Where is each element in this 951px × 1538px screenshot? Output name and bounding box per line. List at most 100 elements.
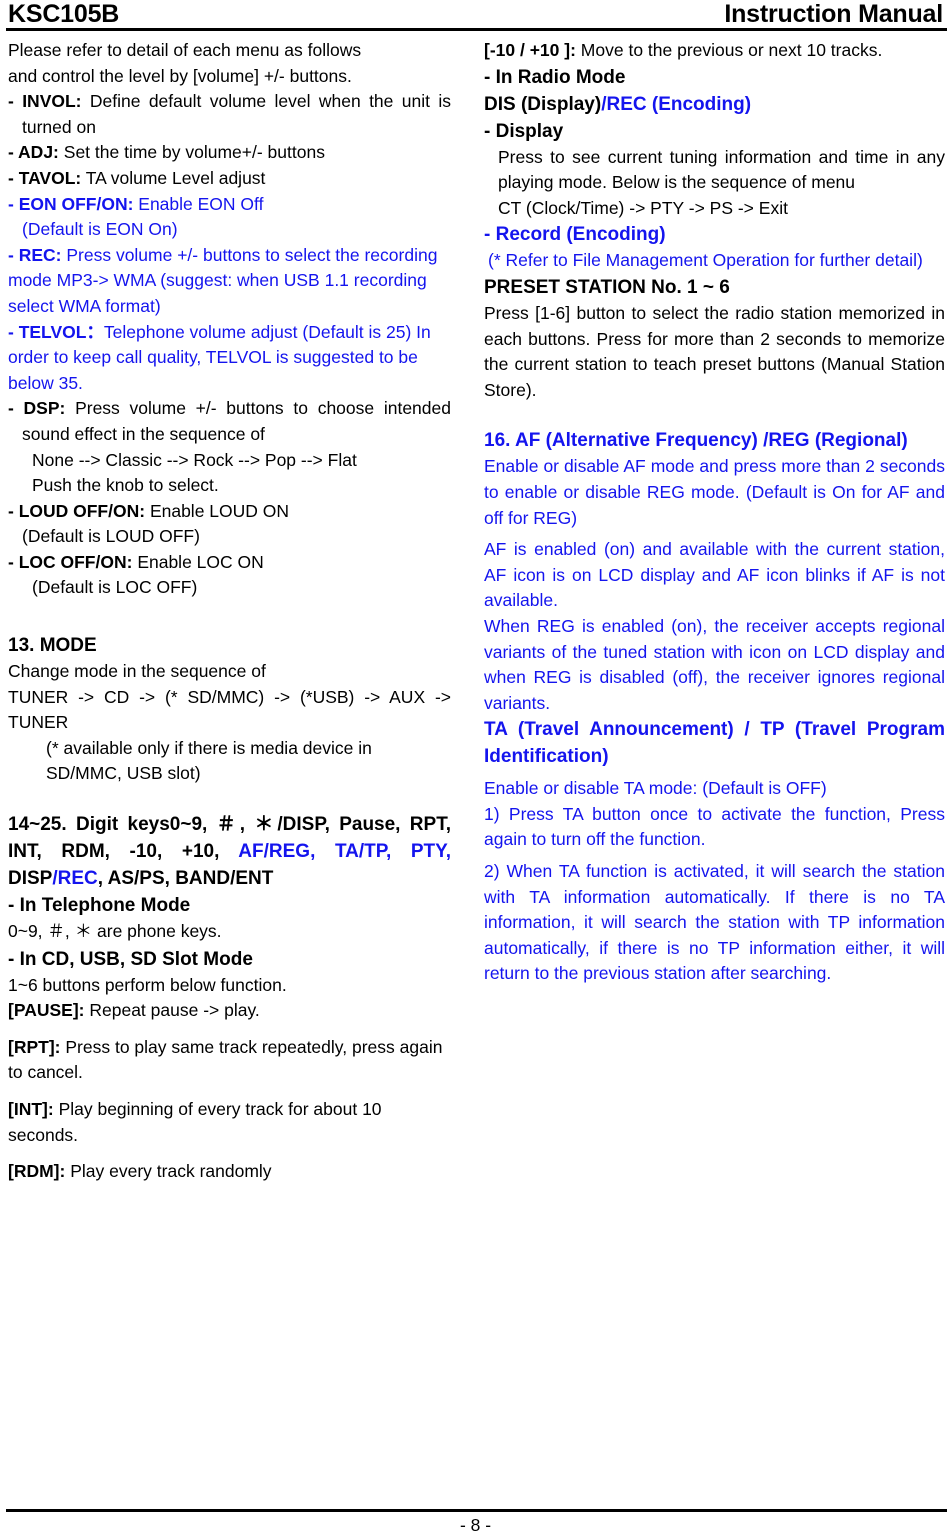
model-name: KSC105B xyxy=(8,0,120,28)
menu-item-invol-text: Define default volume level when the uni… xyxy=(22,91,451,137)
plusminus10-text: Move to the previous or next 10 tracks. xyxy=(580,40,883,60)
rdm-label: [RDM]: xyxy=(8,1161,66,1182)
digit-heading-part-3: , AS/PS, BAND/ENT xyxy=(97,868,274,890)
rec-encoding-label: /REC (Encoding) xyxy=(601,93,752,115)
intro-line-1: Please refer to detail of each menu as f… xyxy=(8,40,362,60)
page-header: KSC105B Instruction Manual xyxy=(8,0,943,30)
dis-rec-heading: DIS (Display)/REC (Encoding) xyxy=(484,91,945,118)
asterisk-symbol-icon: ＊ xyxy=(74,922,93,943)
digit-heading-blue-2: /REC xyxy=(52,868,98,890)
spacer-before-digit-keys xyxy=(8,787,451,811)
header-divider xyxy=(6,28,947,31)
rdm-text: Play every track randomly xyxy=(70,1161,272,1182)
menu-item-rec-text: Press volume +/- buttons to select the r… xyxy=(8,244,438,316)
manual-page: KSC105B Instruction Manual Please refer … xyxy=(0,0,951,1538)
mode-line-1: Change mode in the sequence of xyxy=(8,661,266,682)
menu-item-eon: - EON OFF/ON: Enable EON Off xyxy=(8,192,451,218)
ta-item-2: 2) When TA function is activated, it wil… xyxy=(484,861,945,984)
preset-station-description: Press [1-6] button to select the radio s… xyxy=(484,302,945,400)
display-description: Press to see current tuning information … xyxy=(498,146,945,193)
document-title: Instruction Manual xyxy=(724,0,943,28)
menu-item-tavol-label: - TAVOL: xyxy=(8,167,82,188)
digit-heading-part-1: 14~25. Digit keys0~9, xyxy=(8,814,217,836)
spacer-before-mode xyxy=(8,601,451,632)
display-menu-sequence: CT (Clock/Time) -> PTY -> PS -> Exit xyxy=(498,197,788,218)
page-body: Please refer to detail of each menu as f… xyxy=(8,38,945,1508)
menu-item-rec-label: - REC: xyxy=(8,244,62,265)
subheading-cd-usb-sd-mode: - In CD, USB, SD Slot Mode xyxy=(8,948,253,970)
menu-item-adj-text: Set the time by volume+/- buttons xyxy=(63,142,325,163)
rpt-text: Press to play same track repeatedly, pre… xyxy=(8,1036,443,1083)
loc-default-note: (Default is LOC OFF) xyxy=(32,577,198,598)
menu-item-loud-label: - LOUD OFF/ON: xyxy=(8,500,146,521)
eon-default-note: (Default is EON On) xyxy=(22,219,178,240)
digit-heading-comma: , xyxy=(239,814,255,836)
hash-symbol-icon: ＃ xyxy=(47,922,65,943)
menu-item-loc-text: Enable LOC ON xyxy=(137,551,264,572)
spacer-before-int xyxy=(8,1086,451,1097)
section-heading-digit-keys: 14~25. Digit keys0~9, ＃, ＊/DISP, Pause, … xyxy=(8,811,451,892)
af-description-1: Enable or disable AF mode and press more… xyxy=(484,456,945,528)
menu-item-rec: - REC: Press volume +/- buttons to selec… xyxy=(8,243,451,320)
rpt-entry: [RPT]: Press to play same track repeated… xyxy=(8,1035,451,1086)
menu-item-tavol: - TAVOL: TA volume Level adjust xyxy=(8,166,451,192)
telephone-keys-pre: 0~9, xyxy=(8,921,48,942)
right-column: [-10 / +10 ]: Move to the previous or ne… xyxy=(484,38,945,1508)
rpt-label: [RPT]: xyxy=(8,1036,61,1057)
plusminus10-entry: [-10 / +10 ]: Move to the previous or ne… xyxy=(484,38,945,64)
menu-item-loc: - LOC OFF/ON: Enable LOC ON xyxy=(8,550,451,576)
dis-display-label: DIS (Display) xyxy=(484,93,602,115)
record-reference-note: (* Refer to File Management Operation fo… xyxy=(488,250,923,271)
menu-item-dsp: - DSP: Press volume +/- buttons to choos… xyxy=(8,396,451,447)
hash-symbol-icon: ＃ xyxy=(216,813,240,836)
subheading-record-encoding: - Record (Encoding) xyxy=(484,224,666,246)
loud-default-note: (Default is LOUD OFF) xyxy=(22,526,200,547)
subheading-display: - Display xyxy=(484,120,564,142)
menu-item-eon-label: - EON OFF/ON: xyxy=(8,193,134,214)
menu-item-adj-label: - ADJ: xyxy=(8,142,59,163)
spacer-before-rpt xyxy=(8,1024,451,1035)
dsp-sequence: None --> Classic --> Rock --> Pop --> Fl… xyxy=(32,449,357,470)
spacer-before-af-section xyxy=(484,403,945,427)
spacer-before-rdm xyxy=(8,1148,451,1159)
page-number: - 8 - xyxy=(459,1515,492,1535)
menu-item-invol: - INVOL: Define default volume level whe… xyxy=(8,89,451,140)
menu-item-telvol-label: - TELVOL： xyxy=(8,321,104,342)
menu-item-telvol: - TELVOL：Telephone volume adjust (Defaul… xyxy=(8,320,451,397)
menu-item-adj: - ADJ: Set the time by volume+/- buttons xyxy=(8,140,451,166)
menu-item-tavol-text: TA volume Level adjust xyxy=(85,167,266,188)
subheading-radio-mode: - In Radio Mode xyxy=(484,66,626,88)
section-heading-mode: 13. MODE xyxy=(8,635,97,657)
menu-item-loc-label: - LOC OFF/ON: xyxy=(8,551,133,572)
mode-note: (* available only if there is media devi… xyxy=(46,737,372,784)
telephone-keys-post: are phone keys. xyxy=(92,921,222,942)
intro-line-2: and control the level by [volume] +/- bu… xyxy=(8,65,352,86)
preset-station-heading: PRESET STATION No. 1 ~ 6 xyxy=(484,276,730,298)
asterisk-symbol-icon: ＊ xyxy=(254,813,278,836)
telephone-keys-line: 0~9, ＃, ＊ are phone keys. xyxy=(8,919,451,946)
telephone-keys-mid: , xyxy=(64,921,75,942)
rdm-entry: [RDM]: Play every track randomly xyxy=(8,1159,451,1185)
footer-divider xyxy=(6,1509,947,1512)
menu-item-dsp-text: Press volume +/- buttons to choose inten… xyxy=(22,398,451,444)
int-label: [INT]: xyxy=(8,1099,54,1119)
ta-description-1: Enable or disable TA mode: (Default is O… xyxy=(484,778,827,799)
menu-item-invol-label: - INVOL: xyxy=(8,91,82,112)
ta-item-1: 1) Press TA button once to activate the … xyxy=(484,803,945,850)
menu-item-loud-text: Enable LOUD ON xyxy=(149,500,290,521)
menu-item-loud: - LOUD OFF/ON: Enable LOUD ON xyxy=(8,499,451,525)
buttons-function-note: 1~6 buttons perform below function. xyxy=(8,974,287,995)
plusminus10-label: [-10 / +10 ]: xyxy=(484,40,576,60)
subheading-telephone-mode: - In Telephone Mode xyxy=(8,895,191,917)
menu-item-dsp-label: - DSP: xyxy=(8,398,66,419)
digit-heading-blue-1: AF/REG, TA/TP, PTY, xyxy=(238,841,451,863)
pause-label: [PAUSE]: xyxy=(8,1000,85,1021)
dsp-push-note: Push the knob to select. xyxy=(32,475,219,496)
int-entry: [INT]: Play beginning of every track for… xyxy=(8,1097,451,1148)
af-description-3: When REG is enabled (on), the receiver a… xyxy=(484,615,945,713)
digit-heading-mid: DISP xyxy=(8,868,53,890)
pause-text: Repeat pause -> play. xyxy=(89,1000,260,1021)
section-heading-af-reg: 16. AF (Alternative Frequency) /REG (Reg… xyxy=(484,430,908,452)
int-text: Play beginning of every track for about … xyxy=(8,1099,382,1145)
menu-item-eon-text: Enable EON Off xyxy=(138,193,264,214)
